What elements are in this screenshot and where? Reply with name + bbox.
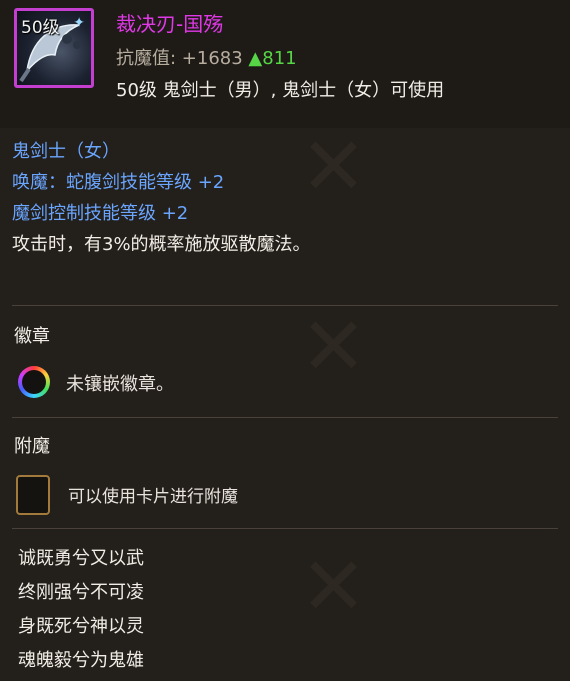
level-badge: 50级: [21, 18, 60, 38]
attribute-line: 唤魔：蛇腹剑技能等级 +2: [12, 172, 225, 193]
enchant-section-title: 附魔: [14, 436, 50, 457]
emblem-slot-icon[interactable]: [18, 366, 50, 398]
attribute-line: 魔剑控制技能等级 +2: [12, 203, 189, 224]
usable-classes: 50级 鬼剑士（男）, 鬼剑士（女）可使用: [116, 80, 445, 101]
sparkle-icon: ✦: [73, 15, 85, 31]
item-icon[interactable]: 50级 ✦: [14, 8, 94, 88]
background-decoration: ✕: [300, 540, 368, 633]
flavor-line: 魂魄毅兮为鬼雄: [18, 650, 144, 671]
background-decoration: ✕: [300, 300, 368, 393]
divider: [12, 528, 558, 529]
magic-resist-value: 抗魔值: +1683: [116, 48, 243, 69]
flavor-text: 诚既勇兮又以武 终刚强兮不可凌 身既死兮神以灵 魂魄毅兮为鬼雄: [18, 542, 144, 678]
emblem-status: 未镶嵌徽章。: [66, 374, 174, 395]
enchant-card-slot[interactable]: [16, 475, 50, 515]
attribute-list: 鬼剑士（女） 唤魔：蛇腹剑技能等级 +2 魔剑控制技能等级 +2 攻击时，有3%…: [12, 136, 311, 260]
flavor-line: 诚既勇兮又以武: [18, 548, 144, 569]
magic-resist-bonus: ▲811: [248, 48, 297, 69]
item-name: 裁决刃-国殇: [116, 12, 224, 36]
attribute-line: 鬼剑士（女）: [12, 141, 120, 162]
divider: [12, 305, 558, 306]
emblem-section-title: 徽章: [14, 326, 50, 347]
item-tooltip: ✕ ✕ ✕ 50级 ✦ 裁决刃-国殇 抗魔值: +1683 ▲811 50级 鬼…: [0, 0, 570, 681]
enchant-hint: 可以使用卡片进行附魔: [68, 487, 238, 507]
flavor-line: 身既死兮神以灵: [18, 616, 144, 637]
tooltip-header: 50级 ✦ 裁决刃-国殇 抗魔值: +1683 ▲811 50级 鬼剑士（男）,…: [0, 0, 570, 128]
magic-resist-line: 抗魔值: +1683 ▲811: [116, 44, 297, 70]
flavor-line: 终刚强兮不可凌: [18, 582, 144, 603]
attribute-line: 攻击时，有3%的概率施放驱散魔法。: [12, 234, 311, 255]
divider: [12, 417, 558, 418]
